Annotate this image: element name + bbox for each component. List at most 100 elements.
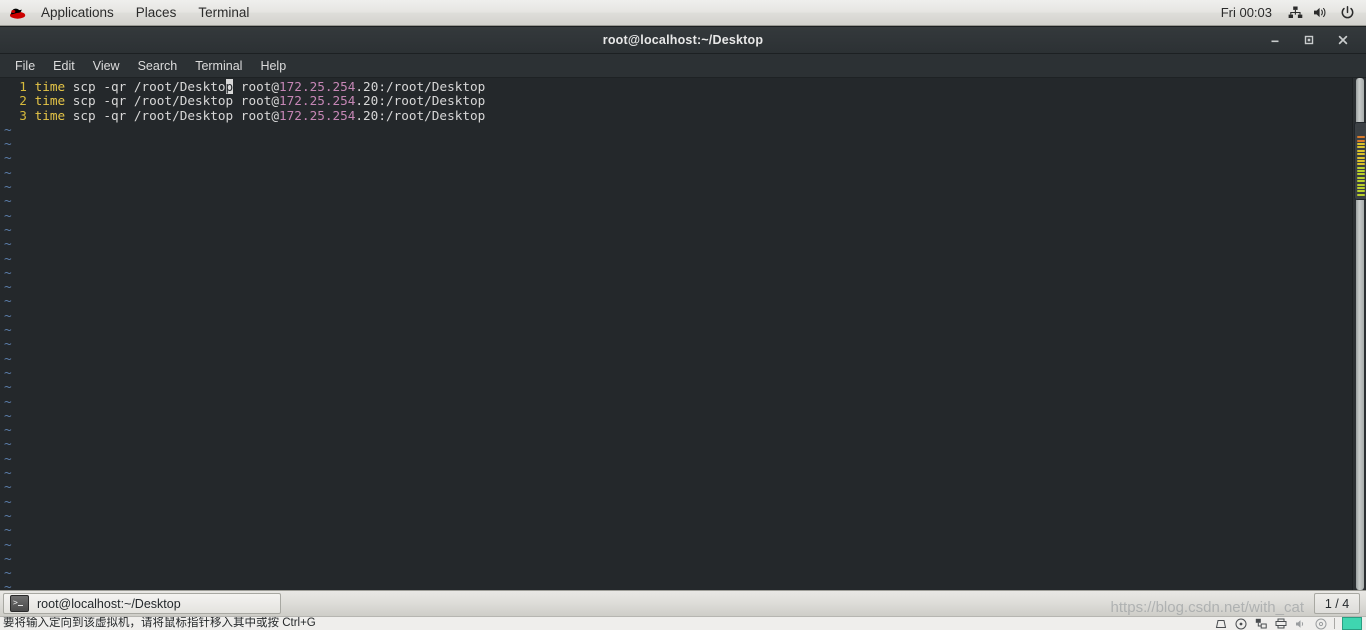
window-controls [1258, 27, 1360, 53]
empty-line-marker: ~ [0, 536, 1348, 552]
empty-line-marker: ~ [0, 380, 1348, 394]
empty-line-marker: ~ [0, 407, 1348, 423]
empty-line-marker: ~ [0, 179, 1348, 195]
printer-icon[interactable] [1274, 618, 1287, 630]
empty-line-marker: ~ [0, 450, 1348, 466]
scrollbar-thumb[interactable] [1354, 122, 1366, 200]
menu-terminal[interactable]: Terminal [187, 0, 260, 26]
tilde-marker: ~ [4, 150, 12, 166]
minimize-button[interactable] [1258, 27, 1292, 53]
power-icon[interactable] [1334, 0, 1360, 26]
tilde-marker: ~ [4, 479, 12, 495]
empty-line-marker: ~ [0, 523, 1348, 537]
terminal-title-bar[interactable]: root@localhost:~/Desktop [0, 27, 1366, 54]
thumb-bar [1357, 156, 1365, 159]
thumb-bar [1357, 176, 1365, 179]
terminal-scrollbar[interactable] [1352, 78, 1366, 590]
vim-text-area[interactable]: 1 time scp -qr /root/Desktop root@172.25… [0, 79, 1348, 590]
menu-item-edit[interactable]: Edit [44, 54, 84, 78]
thumb-bar [1357, 136, 1365, 139]
tilde-marker: ~ [4, 536, 12, 552]
line-number: 1 [4, 79, 35, 94]
empty-line-marker: ~ [0, 337, 1348, 351]
tilde-marker: ~ [4, 350, 12, 366]
tilde-marker: ~ [4, 136, 12, 152]
maximize-button[interactable] [1292, 27, 1326, 53]
vm-strip-divider [1334, 618, 1335, 629]
tilde-marker: ~ [4, 522, 12, 538]
menu-item-search[interactable]: Search [129, 54, 187, 78]
empty-line-marker: ~ [0, 280, 1348, 294]
tilde-marker: ~ [4, 450, 12, 466]
thumb-bar [1357, 142, 1365, 145]
taskbar-window-label: root@localhost:~/Desktop [37, 596, 181, 611]
tilde-marker: ~ [4, 179, 12, 195]
tilde-marker: ~ [4, 336, 12, 352]
clock[interactable]: Fri 00:03 [1211, 5, 1282, 20]
vm-status-indicator[interactable] [1342, 617, 1362, 630]
code-text: .20:/root/Desktop [355, 107, 486, 123]
tilde-marker: ~ [4, 507, 12, 523]
menu-item-help[interactable]: Help [251, 54, 295, 78]
terminal-menu-bar: File Edit View Search Terminal Help [0, 54, 1366, 78]
redhat-logo-icon[interactable] [4, 0, 30, 26]
tilde-marker: ~ [4, 364, 12, 380]
thumb-bar [1357, 129, 1365, 132]
tilde-marker: ~ [4, 164, 12, 180]
thumb-bar [1357, 183, 1365, 186]
gnome-top-panel: Applications Places Terminal Fri 00:03 [0, 0, 1366, 26]
tilde-marker: ~ [4, 379, 12, 395]
network-icon[interactable] [1282, 0, 1308, 26]
tilde-marker: ~ [4, 322, 12, 338]
ip-address: 172.25.254 [279, 93, 356, 109]
tilde-marker: ~ [4, 307, 12, 323]
display-icon[interactable] [1214, 618, 1227, 630]
cd-drive-icon[interactable] [1314, 618, 1327, 630]
tilde-marker: ~ [4, 236, 12, 252]
code-line: 3 time scp -qr /root/Desktop root@172.25… [0, 107, 1348, 123]
ip-address: 172.25.254 [279, 79, 356, 94]
terminal-window: root@localhost:~/Desktop File Edit View … [0, 27, 1366, 590]
code-text: scp -qr /root/Desktop root@ [65, 107, 280, 123]
empty-line-marker: ~ [0, 307, 1348, 323]
tilde-marker: ~ [4, 407, 12, 423]
workspace-indicator[interactable]: 1 / 4 [1314, 593, 1360, 614]
taskbar-window-button[interactable]: root@localhost:~/Desktop [3, 593, 281, 614]
code-text: .20:/root/Desktop [355, 79, 486, 94]
empty-line-marker: ~ [0, 393, 1348, 409]
tilde-marker: ~ [4, 193, 12, 209]
empty-line-marker: ~ [0, 494, 1348, 509]
vm-status-strip: 要将输入定向到该虚拟机，请将鼠标指针移入其中或按 Ctrl+G [0, 616, 1366, 630]
volume-icon[interactable] [1308, 0, 1334, 26]
menu-item-terminal[interactable]: Terminal [186, 54, 251, 78]
tilde-marker: ~ [4, 393, 12, 409]
empty-line-marker: ~ [0, 208, 1348, 223]
empty-line-marker: ~ [0, 222, 1348, 237]
empty-line-marker: ~ [0, 465, 1348, 480]
empty-line-marker: ~ [0, 364, 1348, 380]
empty-line-marker: ~ [0, 551, 1348, 566]
thumb-bar [1357, 132, 1365, 135]
disk-icon[interactable] [1234, 618, 1247, 630]
empty-line-marker: ~ [0, 265, 1348, 280]
tilde-marker: ~ [4, 121, 12, 137]
network-adapter-icon[interactable] [1254, 618, 1267, 630]
menu-item-file[interactable]: File [6, 54, 44, 78]
empty-line-marker: ~ [0, 137, 1348, 151]
code-line: 2 time scp -qr /root/Desktop root@172.25… [0, 94, 1348, 108]
tilde-marker: ~ [4, 250, 12, 266]
code-line: 1 time scp -qr /root/Desktop root@172.25… [0, 79, 1348, 94]
menu-places[interactable]: Places [125, 0, 188, 26]
gnome-taskbar: root@localhost:~/Desktop 1 / 4 [0, 590, 1366, 616]
thumb-bar [1357, 166, 1365, 169]
thumb-bar [1357, 146, 1365, 149]
code-text: root@ [233, 79, 280, 94]
terminal-body[interactable]: 1 time scp -qr /root/Desktop root@172.25… [0, 78, 1366, 590]
close-button[interactable] [1326, 27, 1360, 53]
empty-line-marker: ~ [0, 121, 1348, 137]
menu-applications[interactable]: Applications [30, 0, 125, 26]
thumb-bar [1357, 159, 1365, 162]
sound-icon[interactable] [1294, 618, 1307, 630]
menu-item-view[interactable]: View [84, 54, 129, 78]
command-keyword: time [34, 107, 66, 123]
